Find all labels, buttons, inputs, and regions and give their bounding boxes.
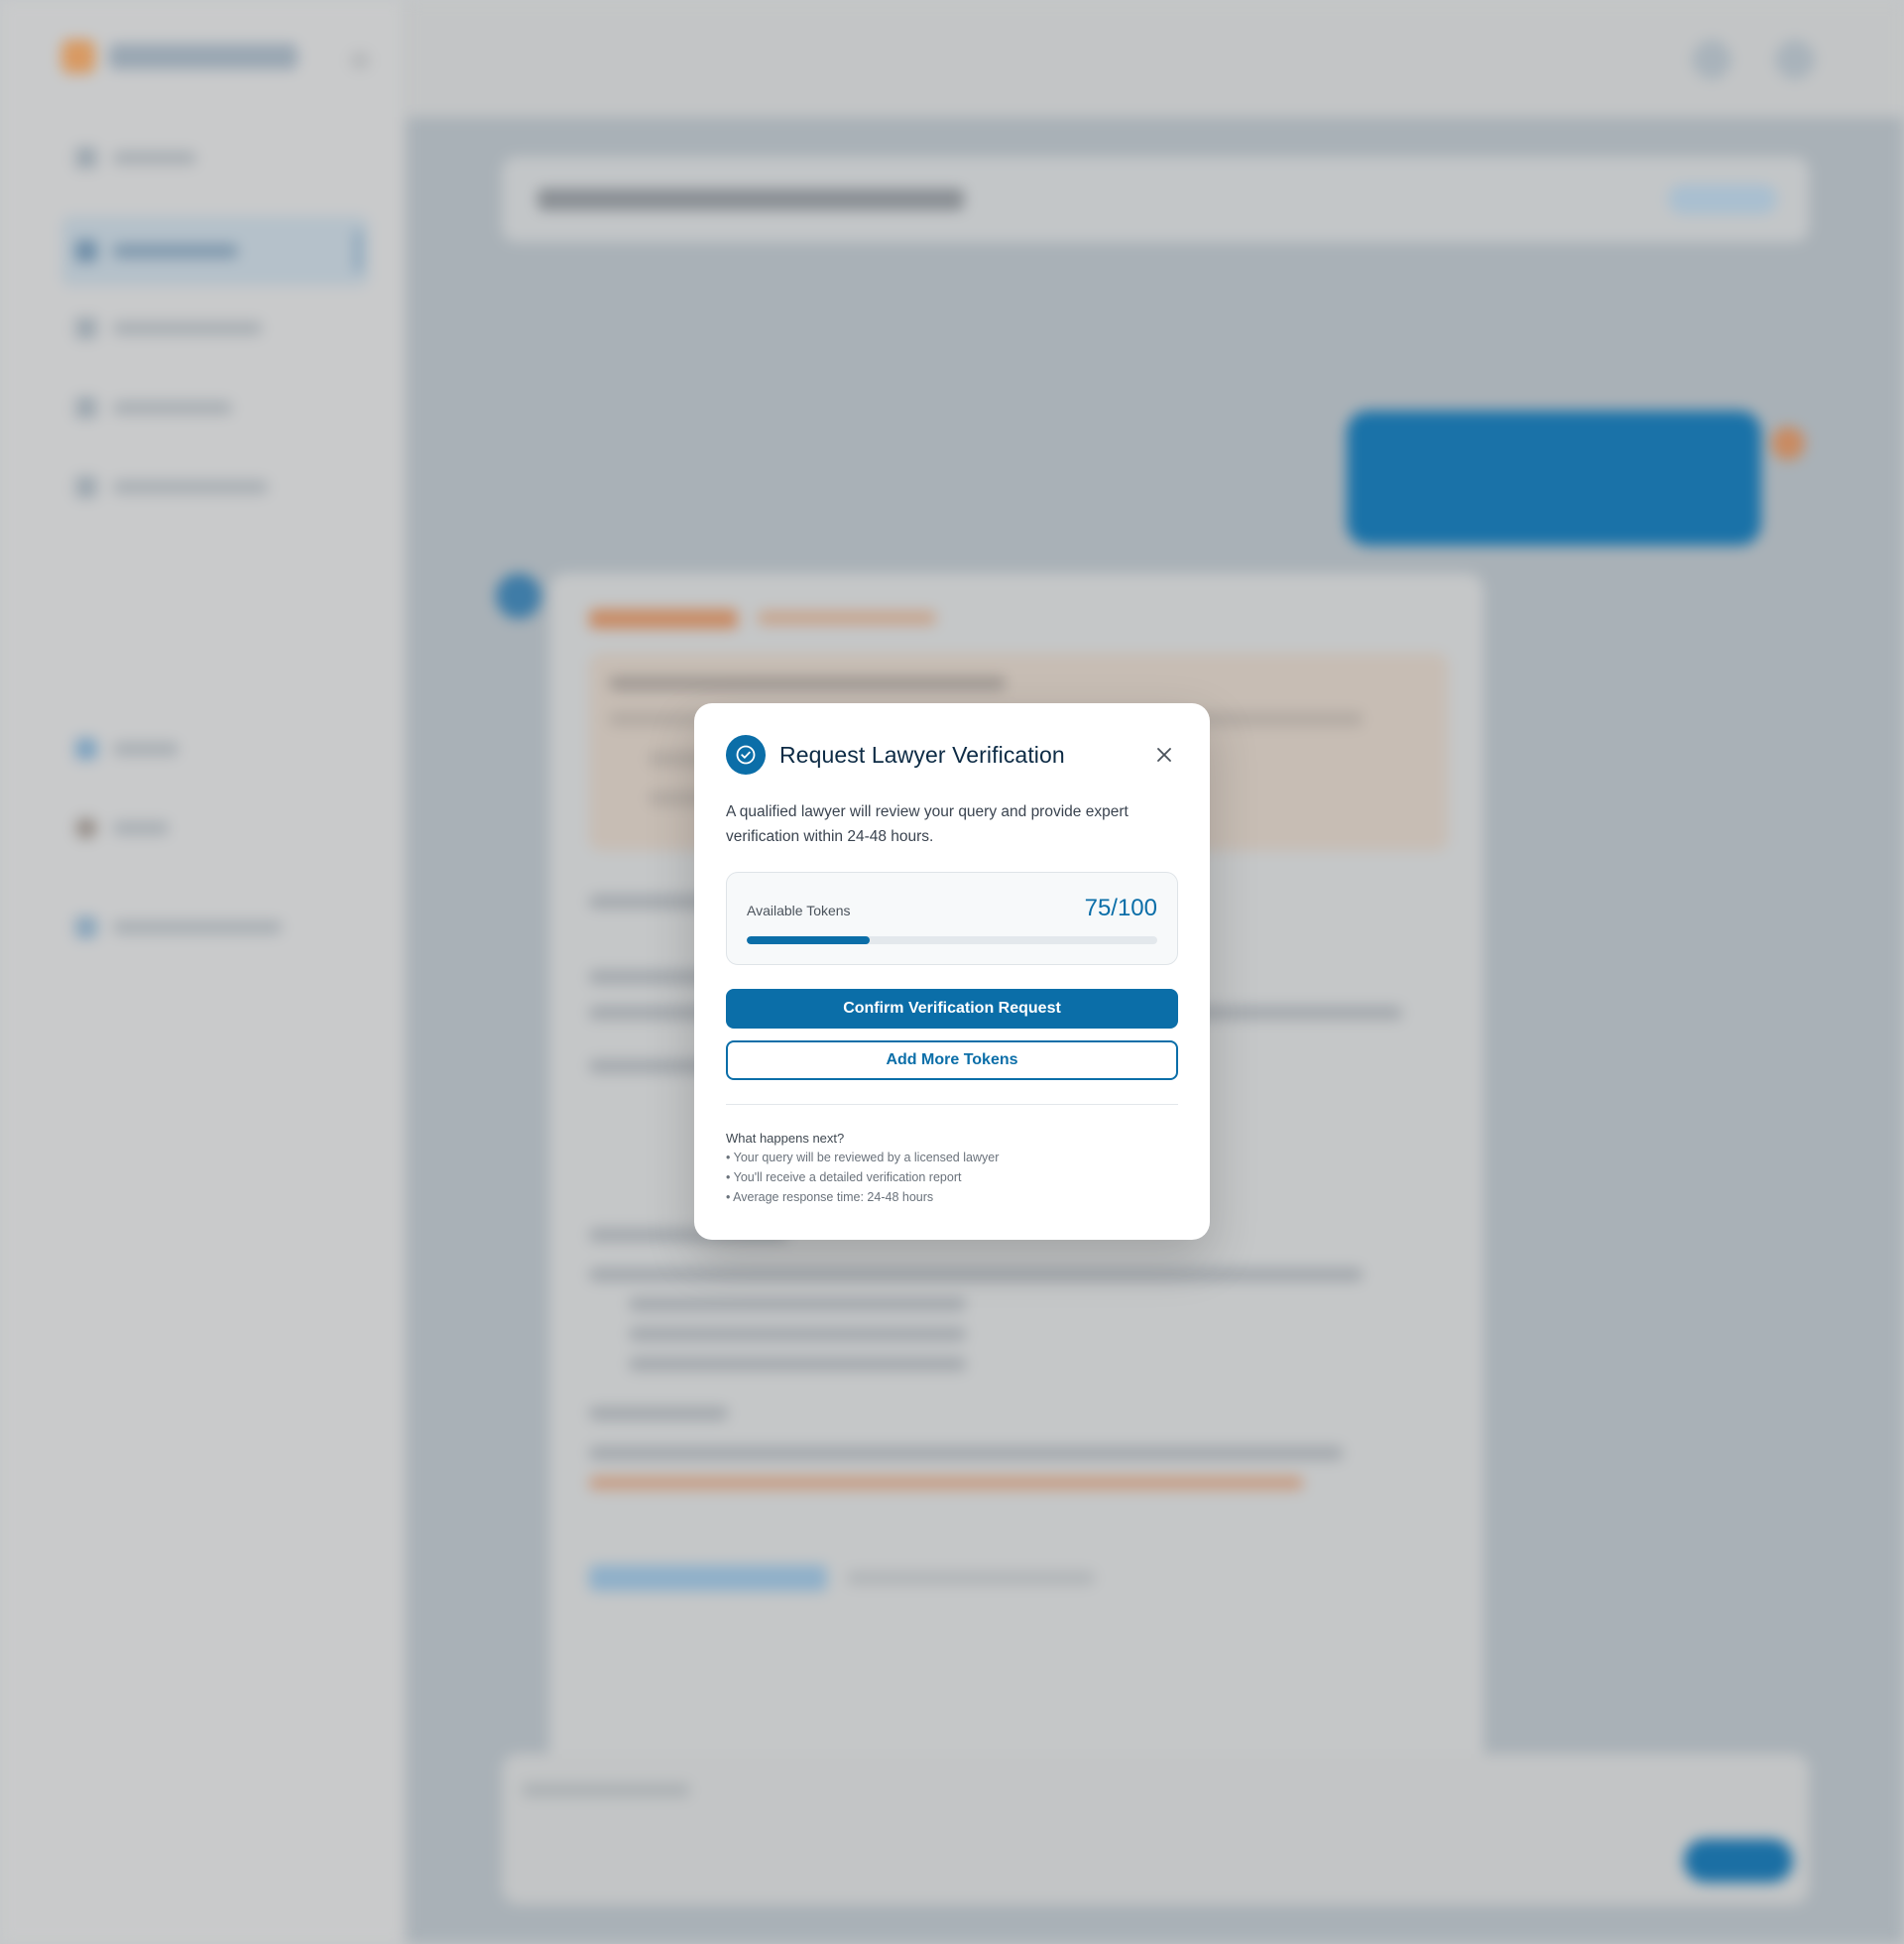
tokens-label: Available Tokens bbox=[747, 903, 851, 918]
nav-icon bbox=[75, 397, 97, 419]
verification-modal: Request Lawyer Verification A qualified … bbox=[694, 703, 1210, 1240]
send-button bbox=[1684, 1839, 1793, 1883]
message-input bbox=[502, 1754, 1809, 1904]
nav-icon bbox=[75, 476, 97, 498]
modal-description: A qualified lawyer will review your quer… bbox=[726, 803, 1129, 845]
conversation-header bbox=[502, 157, 1809, 242]
next-step-item: • You'll receive a detailed verification… bbox=[726, 1170, 962, 1184]
add-tokens-button[interactable]: Add More Tokens bbox=[726, 1040, 1178, 1080]
next-step-item: • Your query will be reviewed by a licen… bbox=[726, 1151, 1000, 1164]
token-progress-fill bbox=[747, 936, 871, 944]
sidebar-item-4 bbox=[61, 373, 369, 442]
sidebar-item-8 bbox=[61, 893, 369, 962]
user-message bbox=[1347, 411, 1761, 546]
nav-icon bbox=[75, 147, 97, 169]
logo-wordmark bbox=[109, 44, 298, 69]
sidebar-item-6 bbox=[61, 714, 369, 784]
user-avatar bbox=[1771, 426, 1805, 460]
next-steps-title: What happens next? bbox=[726, 1131, 845, 1146]
avatar bbox=[75, 817, 97, 839]
assistant-avatar bbox=[496, 573, 541, 619]
sidebar-item-7 bbox=[61, 793, 369, 863]
modal-title: Request Lawyer Verification bbox=[779, 741, 1065, 768]
app-logo bbox=[61, 40, 298, 73]
modal-header: Request Lawyer Verification bbox=[726, 735, 1178, 775]
check-circle-icon bbox=[726, 735, 766, 775]
nav-icon bbox=[75, 240, 97, 262]
nav-icon bbox=[75, 916, 97, 938]
close-icon[interactable] bbox=[1152, 743, 1176, 767]
nav-icon bbox=[75, 317, 97, 339]
tokens-value: 75/100 bbox=[1084, 895, 1157, 921]
nav-icon bbox=[75, 738, 97, 760]
top-bar bbox=[407, 0, 1904, 117]
sidebar-item-1 bbox=[61, 123, 369, 192]
next-step-item: • Average response time: 24-48 hours bbox=[726, 1190, 934, 1204]
logo-mark bbox=[61, 40, 95, 73]
header-icon bbox=[1775, 40, 1815, 79]
token-progress-bar bbox=[747, 936, 1157, 944]
sidebar bbox=[0, 0, 405, 1944]
sidebar-item-active bbox=[61, 216, 369, 286]
divider bbox=[726, 1104, 1178, 1105]
sidebar-item-5 bbox=[61, 452, 369, 522]
header-icon bbox=[1692, 40, 1731, 79]
confirm-verification-button[interactable]: Confirm Verification Request bbox=[726, 989, 1178, 1029]
token-balance-card: Available Tokens 75/100 bbox=[726, 872, 1178, 965]
sidebar-item-3 bbox=[61, 294, 369, 363]
collapse-sidebar-icon bbox=[351, 52, 369, 69]
